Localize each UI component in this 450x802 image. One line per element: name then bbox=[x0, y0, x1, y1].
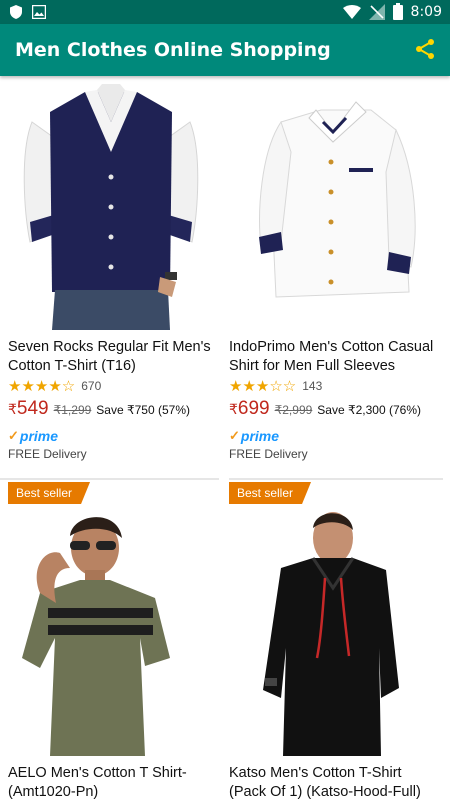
product-name[interactable]: Katso Men's Cotton T-Shirt (Pack Of 1) (… bbox=[229, 764, 434, 802]
row-divider bbox=[229, 478, 443, 480]
best-seller-badge: Best seller bbox=[229, 482, 311, 504]
status-bar: 8:09 bbox=[0, 0, 450, 24]
savings-label: Save ₹2,300 (76%) bbox=[317, 403, 421, 417]
share-icon[interactable] bbox=[413, 37, 437, 61]
delivery-label: FREE Delivery bbox=[8, 447, 87, 461]
mrp-price: ₹2,999 bbox=[274, 403, 313, 417]
product-name[interactable]: IndoPrimo Men's Cotton Casual Shirt for … bbox=[229, 338, 434, 376]
product-image[interactable] bbox=[221, 82, 442, 330]
product-rating: ★★★★☆ 670 bbox=[8, 377, 101, 395]
price: ₹549 bbox=[8, 398, 49, 419]
battery-icon bbox=[392, 3, 403, 20]
best-seller-badge: Best seller bbox=[8, 482, 90, 504]
rating-count: 670 bbox=[81, 379, 102, 393]
product-image[interactable] bbox=[0, 508, 221, 756]
no-signal-icon bbox=[368, 3, 385, 20]
star-rating-icon: ★★★★☆ bbox=[8, 377, 76, 395]
shield-icon bbox=[10, 5, 22, 19]
row-divider bbox=[0, 478, 219, 480]
status-time: 8:09 bbox=[410, 3, 442, 20]
prime-check-icon: ✓ bbox=[229, 428, 240, 443]
wifi-icon bbox=[342, 4, 361, 19]
product-image[interactable] bbox=[221, 508, 442, 756]
product-name[interactable]: AELO Men's Cotton T Shirt-(Amt1020-Pn) bbox=[8, 764, 213, 802]
prime-badge: ✓ prime bbox=[229, 428, 280, 444]
product-rating: ★★★☆☆ 143 bbox=[229, 377, 322, 395]
star-rating-icon: ★★★☆☆ bbox=[229, 377, 297, 395]
product-image[interactable] bbox=[0, 82, 221, 330]
app-bar: Men Clothes Online Shopping bbox=[0, 24, 450, 76]
rating-count: 143 bbox=[302, 379, 323, 393]
prime-check-icon: ✓ bbox=[8, 428, 19, 443]
prime-badge: ✓ prime bbox=[8, 428, 59, 444]
app-title: Men Clothes Online Shopping bbox=[15, 39, 331, 61]
product-name[interactable]: Seven Rocks Regular Fit Men's Cotton T-S… bbox=[8, 338, 213, 376]
savings-label: Save ₹750 (57%) bbox=[96, 403, 190, 417]
delivery-label: FREE Delivery bbox=[229, 447, 308, 461]
price-row: ₹699 ₹2,999 Save ₹2,300 (76%) bbox=[229, 398, 421, 420]
price: ₹699 bbox=[229, 398, 270, 419]
image-icon bbox=[32, 5, 46, 19]
price-row: ₹549 ₹1,299 Save ₹750 (57%) bbox=[8, 398, 190, 420]
mrp-price: ₹1,299 bbox=[53, 403, 92, 417]
